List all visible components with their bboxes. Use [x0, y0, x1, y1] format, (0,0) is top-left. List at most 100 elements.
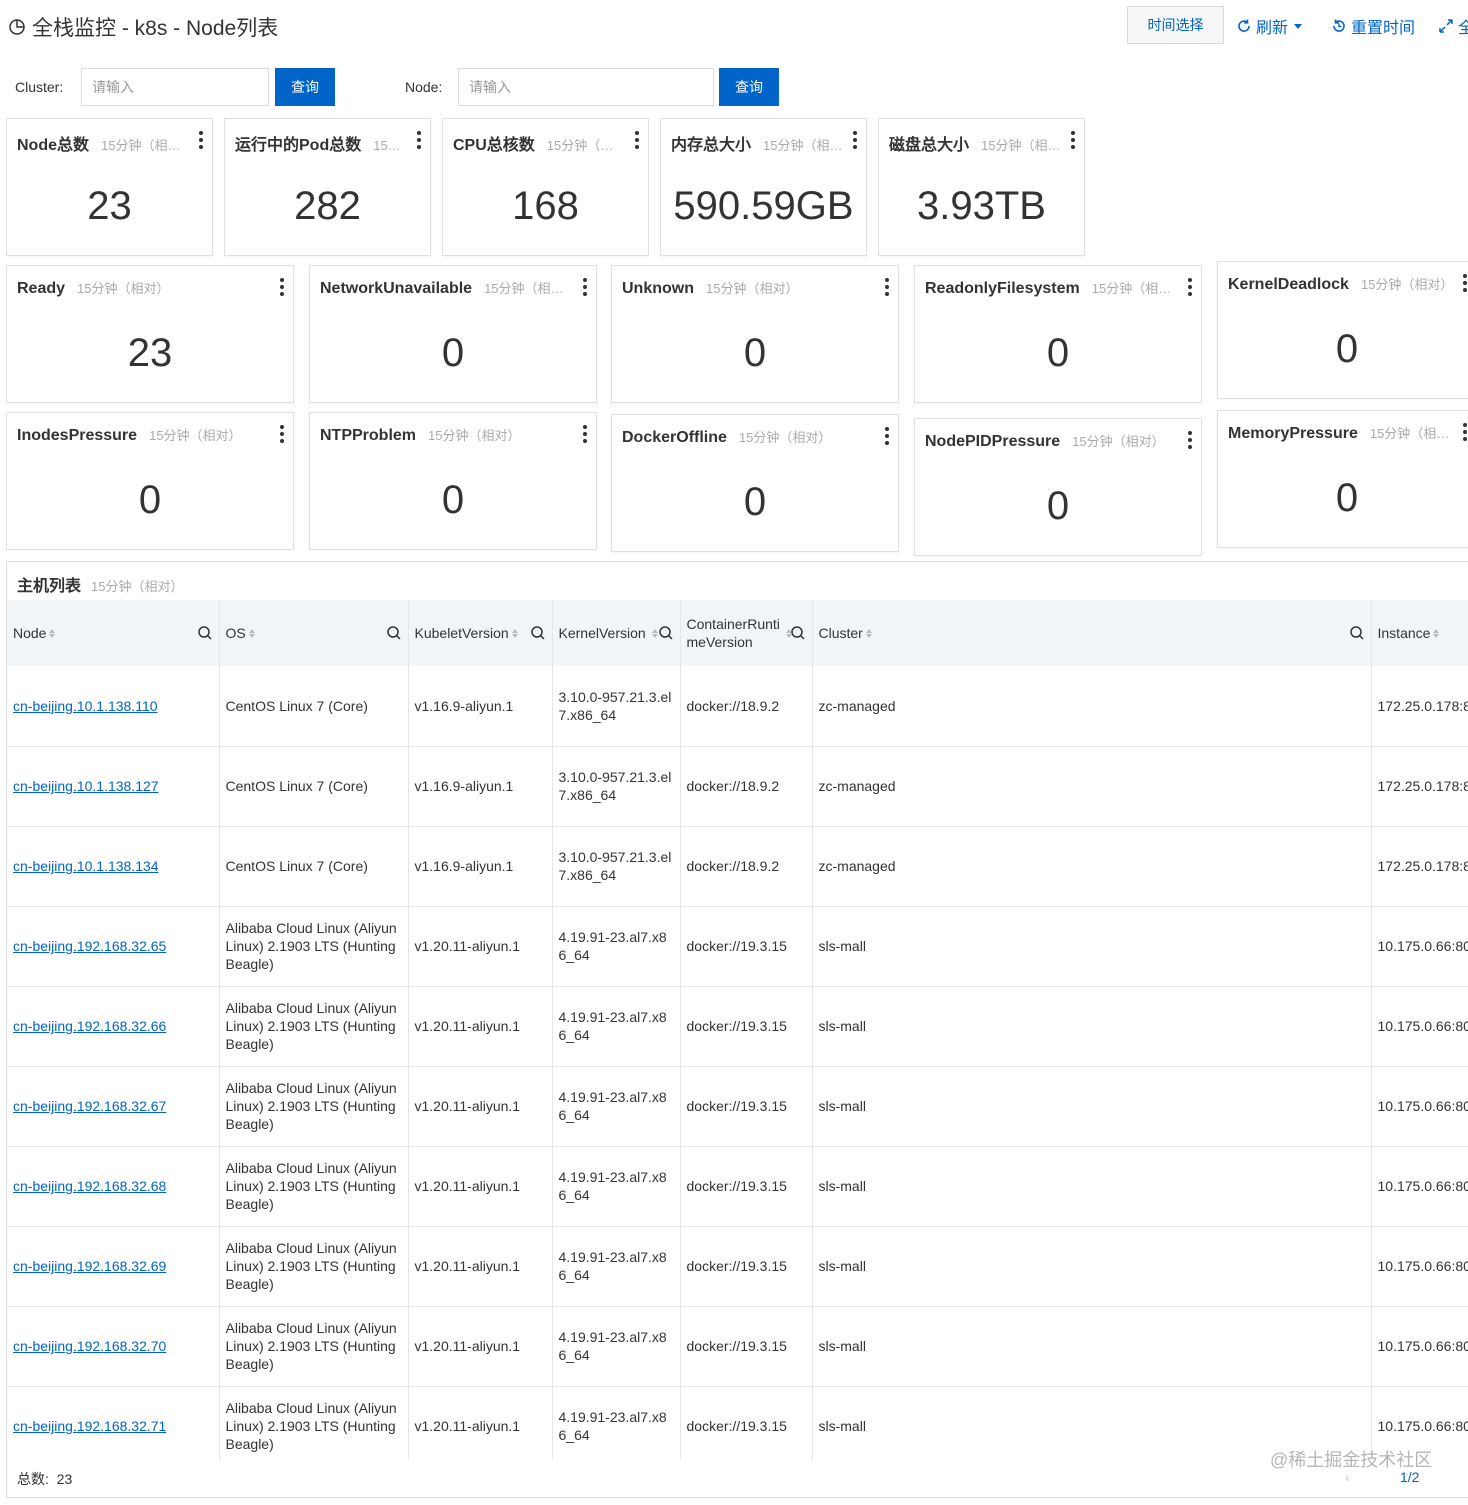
fullscreen-button[interactable]: 全 — [1438, 14, 1468, 38]
more-icon[interactable] — [852, 131, 858, 149]
cell-kubelet-version: v1.20.11-aliyun.1 — [408, 1226, 553, 1307]
node-query-button[interactable]: 查询 — [719, 68, 779, 106]
more-icon[interactable] — [884, 278, 890, 296]
table-row: cn-beijing.192.168.32.68 Alibaba Cloud Li… — [7, 1146, 1468, 1227]
card-value: 0 — [138, 478, 162, 522]
panel-title: 主机列表 — [17, 578, 82, 595]
reset-time-button[interactable]: 重置时间 — [1331, 14, 1415, 38]
cell-runtime-version: docker://19.3.15 — [680, 906, 813, 987]
cell-instance: 10.175.0.66:80 — [1371, 906, 1468, 987]
cell-kernel-version: 4.19.91-23.al7.x86_64 — [552, 1386, 681, 1467]
cell-runtime-version: docker://19.3.15 — [680, 1066, 813, 1147]
panel-subtitle: 15分钟（相对） — [91, 579, 184, 594]
search-icon[interactable] — [386, 625, 402, 641]
refresh-icon — [1238, 19, 1250, 32]
more-icon[interactable] — [198, 131, 204, 149]
cluster-filter-input[interactable] — [81, 68, 269, 106]
node-link[interactable]: cn-beijing.192.168.32.65 — [13, 938, 166, 954]
more-icon[interactable] — [582, 425, 588, 443]
more-icon[interactable] — [279, 425, 285, 443]
cell-kubelet-version: v1.20.11-aliyun.1 — [408, 1306, 553, 1387]
node-link[interactable]: cn-beijing.10.1.138.110 — [13, 698, 158, 714]
cell-os: Alibaba Cloud Linux (Aliyun Linux) 2.190… — [219, 906, 409, 987]
search-icon[interactable] — [1349, 625, 1365, 641]
more-icon[interactable] — [416, 131, 422, 149]
cell-runtime-version: docker://18.9.2 — [680, 666, 813, 747]
refresh-button[interactable]: 刷新 — [1236, 14, 1303, 38]
more-icon[interactable] — [1462, 423, 1468, 441]
card-subtitle: 15分钟（相对） — [1360, 277, 1454, 292]
total-label: 总数: — [17, 1471, 49, 1487]
card-subtitle: 15分钟（相对） — [149, 428, 242, 443]
column-header-kubelet-version[interactable]: KubeletVersion — [408, 600, 553, 666]
cell-os: Alibaba Cloud Linux (Aliyun Linux) 2.190… — [219, 986, 409, 1067]
node-link[interactable]: cn-beijing.192.168.32.70 — [13, 1338, 166, 1354]
search-icon[interactable] — [197, 625, 213, 641]
more-icon[interactable] — [634, 131, 640, 149]
sort-icon[interactable] — [1433, 628, 1440, 638]
card-subtitle: 15分钟（相对） — [763, 138, 844, 153]
cell-node: cn-beijing.192.168.32.67 — [7, 1066, 220, 1147]
more-icon[interactable] — [1187, 278, 1193, 296]
card-subtitle: 15分钟（相对） — [981, 138, 1062, 153]
metric-card: Unknown 15分钟（相对） 0 — [611, 265, 899, 403]
more-icon[interactable] — [1462, 274, 1468, 292]
more-icon[interactable] — [884, 427, 890, 445]
card-subtitle: 15分钟（相对） — [1091, 281, 1179, 296]
node-link[interactable]: cn-beijing.192.168.32.68 — [13, 1178, 166, 1194]
card-head: DockerOffline 15分钟（相对） — [622, 427, 876, 447]
card-title: MemoryPressure — [1228, 425, 1358, 442]
search-icon[interactable] — [658, 625, 674, 641]
more-icon[interactable] — [279, 278, 285, 296]
metric-card: MemoryPressure 15分钟（相对） 0 — [1217, 410, 1468, 548]
node-link[interactable]: cn-beijing.10.1.138.134 — [13, 858, 159, 874]
column-header-kernel-version[interactable]: KernelVersion — [552, 600, 681, 666]
card-title: 内存总大小 — [671, 137, 752, 154]
column-header-cluster[interactable]: Cluster — [812, 600, 1372, 666]
cell-runtime-version: docker://18.9.2 — [680, 826, 813, 907]
node-link[interactable]: cn-beijing.192.168.32.67 — [13, 1098, 166, 1114]
column-header-node[interactable]: Node — [7, 600, 220, 666]
watermark: @稀土掘金技术社区 — [1270, 1450, 1433, 1470]
cluster-query-button[interactable]: 查询 — [275, 68, 335, 106]
cell-cluster: sls-mall — [812, 1226, 1372, 1307]
card-head: NTPProblem 15分钟（相对） — [320, 425, 574, 445]
sort-icon[interactable] — [511, 628, 518, 638]
cell-instance: 172.25.0.178:8 — [1371, 746, 1468, 827]
table-row: cn-beijing.192.168.32.71 Alibaba Cloud Li… — [7, 1386, 1468, 1467]
node-link[interactable]: cn-beijing.10.1.138.127 — [13, 778, 159, 794]
card-subtitle: 15分钟（相对） — [1072, 434, 1165, 449]
table-row: cn-beijing.192.168.32.69 Alibaba Cloud Li… — [7, 1226, 1468, 1307]
table-footer: 总数: 23 ‹ 1/2 — [7, 1459, 1468, 1497]
node-filter-input[interactable] — [458, 68, 714, 106]
card-title: ReadonlyFilesystem — [925, 280, 1080, 297]
more-icon[interactable] — [1187, 431, 1193, 449]
cell-runtime-version: docker://19.3.15 — [680, 1386, 813, 1467]
cell-kernel-version: 4.19.91-23.al7.x86_64 — [552, 1226, 681, 1307]
table-row: cn-beijing.192.168.32.66 Alibaba Cloud Li… — [7, 986, 1468, 1067]
cell-node: cn-beijing.192.168.32.68 — [7, 1146, 220, 1227]
search-icon[interactable] — [530, 625, 546, 641]
cell-os: CentOS Linux 7 (Core) — [219, 826, 409, 907]
time-select-button[interactable]: 时间选择 — [1127, 6, 1224, 44]
node-link[interactable]: cn-beijing.192.168.32.66 — [13, 1018, 166, 1034]
column-header-instance[interactable]: Instance — [1371, 600, 1468, 666]
refresh-label: 刷新 — [1256, 20, 1289, 37]
node-link[interactable]: cn-beijing.192.168.32.71 — [13, 1418, 166, 1434]
search-icon[interactable] — [790, 625, 806, 641]
sort-icon[interactable] — [49, 628, 56, 638]
card-head: NetworkUnavailable 15分钟（相对） — [320, 278, 574, 298]
column-header-os[interactable]: OS — [219, 600, 409, 666]
card-value: 0 — [1046, 484, 1070, 528]
more-icon[interactable] — [1070, 131, 1076, 149]
column-header-container-runtime-version[interactable]: ContainerRuntimeVersion — [680, 600, 813, 666]
sort-icon[interactable] — [865, 628, 872, 638]
more-icon[interactable] — [582, 278, 588, 296]
metric-card: KernelDeadlock 15分钟（相对） 0 — [1217, 261, 1468, 399]
sort-icon[interactable] — [248, 628, 255, 638]
cell-os: Alibaba Cloud Linux (Aliyun Linux) 2.190… — [219, 1226, 409, 1307]
column-label: Node — [13, 625, 47, 641]
card-title: NTPProblem — [320, 427, 417, 444]
node-link[interactable]: cn-beijing.192.168.32.69 — [13, 1258, 166, 1274]
cell-kubelet-version: v1.20.11-aliyun.1 — [408, 1146, 553, 1227]
